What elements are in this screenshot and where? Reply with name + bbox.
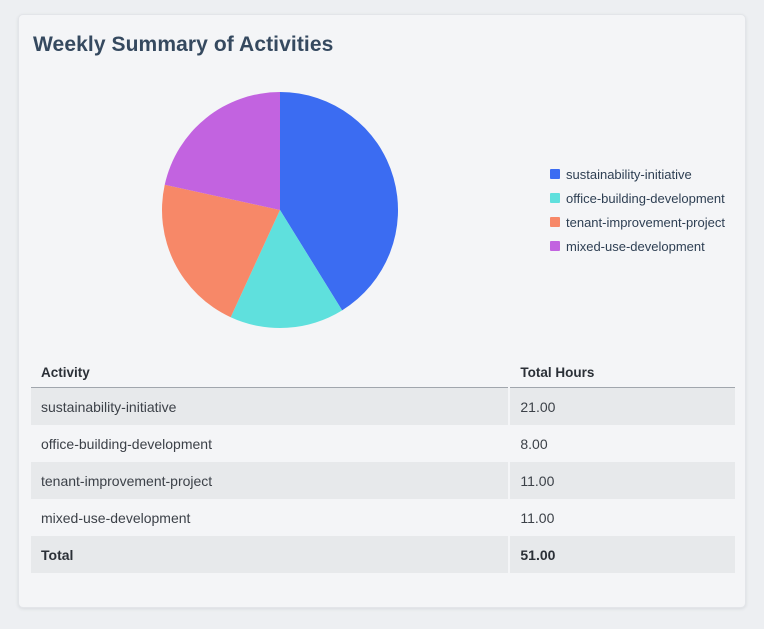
chart-legend: sustainability-initiative office-building… xyxy=(550,162,725,258)
legend-label: mixed-use-development xyxy=(566,238,705,254)
legend-swatch-icon xyxy=(550,241,560,251)
total-label: Total xyxy=(31,536,509,573)
legend-item-mixed-use-development[interactable]: mixed-use-development xyxy=(550,234,725,258)
table-row: mixed-use-development 11.00 xyxy=(31,499,735,536)
activity-cell: office-building-development xyxy=(41,435,212,452)
weekly-summary-card: Weekly Summary of Activities sustainabil… xyxy=(18,14,746,608)
legend-swatch-icon xyxy=(550,217,560,227)
hours-cell: 11.00 xyxy=(520,509,555,526)
pie-chart xyxy=(161,92,399,329)
column-header-activity: Activity xyxy=(31,357,509,388)
table-total-row: Total 51.00 xyxy=(31,536,735,573)
legend-item-tenant-improvement-project[interactable]: tenant-improvement-project xyxy=(550,210,725,234)
legend-label: office-building-development xyxy=(566,190,725,206)
legend-swatch-icon xyxy=(550,193,560,203)
activity-cell: mixed-use-development xyxy=(41,509,191,526)
table-header-row: Activity Total Hours xyxy=(31,357,735,388)
legend-label: tenant-improvement-project xyxy=(566,214,725,230)
page-title: Weekly Summary of Activities xyxy=(33,33,334,56)
legend-item-office-building-development[interactable]: office-building-development xyxy=(550,186,725,210)
table-row: sustainability-initiative 21.00 xyxy=(31,388,735,425)
legend-item-sustainability-initiative[interactable]: sustainability-initiative xyxy=(550,162,725,186)
hours-cell: 21.00 xyxy=(510,388,735,425)
hours-cell: 11.00 xyxy=(510,462,735,499)
legend-label: sustainability-initiative xyxy=(566,166,692,182)
hours-cell: 8.00 xyxy=(520,435,548,452)
activity-summary-table: Activity Total Hours sustainability-init… xyxy=(29,357,737,573)
activity-cell: sustainability-initiative xyxy=(31,388,509,425)
total-hours-value: 51.00 xyxy=(510,536,735,573)
column-header-total-hours: Total Hours xyxy=(510,357,735,388)
chart-area: sustainability-initiative office-building… xyxy=(19,80,745,340)
legend-swatch-icon xyxy=(550,169,560,179)
activity-cell: tenant-improvement-project xyxy=(31,462,509,499)
table-row: tenant-improvement-project 11.00 xyxy=(31,462,735,499)
table-row: office-building-development 8.00 xyxy=(31,425,735,462)
